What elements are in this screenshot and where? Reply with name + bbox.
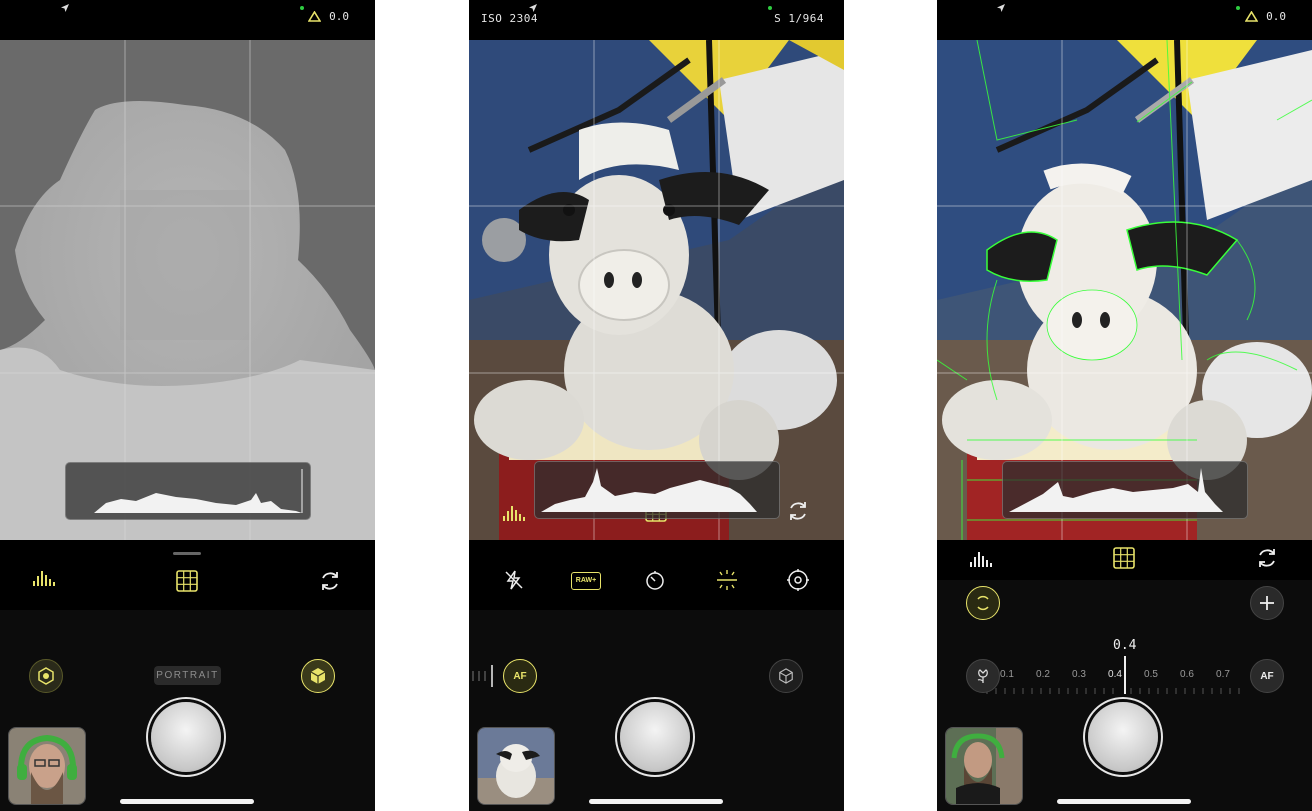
location-arrow-icon xyxy=(529,4,537,12)
scale-label: 0.3 xyxy=(1072,669,1086,680)
tool-bar xyxy=(0,540,375,610)
scale-label-current: 0.4 xyxy=(1108,669,1122,680)
status-bar: 0.0 xyxy=(937,0,1312,40)
home-indicator[interactable] xyxy=(120,799,254,804)
status-bar: ISO 2304 S 1/964 xyxy=(469,0,844,40)
camera-in-use-dot xyxy=(768,6,772,10)
flash-off-icon[interactable] xyxy=(503,569,525,591)
scale-label: 0.2 xyxy=(1036,669,1050,680)
iso-readout[interactable]: ISO 2304 xyxy=(481,12,538,25)
exposure-value: 0.0 xyxy=(1266,10,1286,23)
macro-mode-button[interactable] xyxy=(966,659,1000,693)
scale-label: 0.1 xyxy=(1000,669,1014,680)
histogram-toggle-icon[interactable] xyxy=(32,567,56,587)
histogram-graph xyxy=(541,468,757,512)
cube-icon xyxy=(310,668,326,684)
histogram-overlay[interactable] xyxy=(534,461,780,519)
timer-icon[interactable] xyxy=(644,569,666,591)
autofocus-button[interactable]: AF xyxy=(503,659,537,693)
histogram-overlay[interactable] xyxy=(1002,461,1248,519)
thumbnail-cow-image xyxy=(478,728,554,804)
last-photo-thumbnail[interactable] xyxy=(8,727,86,805)
switch-camera-icon[interactable] xyxy=(1256,547,1278,569)
histogram-toggle-icon[interactable] xyxy=(969,548,993,568)
level-indicator-icon[interactable] xyxy=(715,569,739,591)
exposure-triangle-icon xyxy=(308,11,322,22)
histogram-overlay[interactable] xyxy=(65,462,311,520)
switch-camera-icon[interactable] xyxy=(319,570,341,592)
scale-label: 0.7 xyxy=(1216,669,1230,680)
plus-icon xyxy=(1260,596,1274,610)
settings-gear-icon[interactable] xyxy=(786,568,810,592)
focus-distance-value: 0.4 xyxy=(1113,638,1137,653)
focus-peaking-toggle-button[interactable] xyxy=(966,586,1000,620)
shutter-button[interactable] xyxy=(620,702,690,772)
home-indicator[interactable] xyxy=(589,799,723,804)
focus-slider-ticks[interactable] xyxy=(469,665,499,687)
cube-outline-icon xyxy=(779,668,793,684)
last-photo-thumbnail[interactable] xyxy=(945,727,1023,805)
grid-toggle-icon[interactable] xyxy=(176,570,198,592)
focus-distance-slider[interactable] xyxy=(967,656,1287,696)
home-indicator[interactable] xyxy=(1057,799,1191,804)
autofocus-button[interactable]: AF xyxy=(1250,659,1284,693)
histogram-graph xyxy=(1009,468,1223,512)
camera-in-use-dot xyxy=(300,6,304,10)
drawer-handle[interactable] xyxy=(173,552,201,555)
focus-peaking-screen: 0.0 0.4 0.1 0.2 0.3 0.4 0.5 0.6 0.7 AF xyxy=(937,0,1312,811)
thumbnail-selfie-image xyxy=(946,728,1022,804)
exposure-triangle-icon xyxy=(1245,11,1259,22)
histogram-graph xyxy=(94,469,303,513)
hexagon-depth-icon xyxy=(38,667,54,685)
location-arrow-icon xyxy=(997,4,1005,12)
last-photo-thumbnail[interactable] xyxy=(477,727,555,805)
tool-bar xyxy=(937,540,1312,580)
status-bar: 0.0 xyxy=(0,0,375,40)
histogram-toggle-icon[interactable] xyxy=(502,502,526,522)
tool-bar: RAW+ xyxy=(469,540,844,610)
scale-label: 0.6 xyxy=(1180,669,1194,680)
grid-toggle-icon[interactable] xyxy=(1113,547,1135,569)
shutter-button[interactable] xyxy=(1088,702,1158,772)
ar-mode-button[interactable] xyxy=(769,659,803,693)
scale-label: 0.5 xyxy=(1144,669,1158,680)
exposure-value: 0.0 xyxy=(329,10,349,23)
flower-macro-icon xyxy=(977,669,988,683)
location-arrow-icon xyxy=(61,4,69,12)
shutter-speed-readout[interactable]: S 1/964 xyxy=(774,12,824,25)
peaking-circle-icon xyxy=(977,595,989,611)
portrait-mode-label[interactable]: PORTRAIT xyxy=(154,666,221,685)
depth-view-screen: 0.0 PORTRAIT xyxy=(0,0,375,811)
exposure-readout[interactable]: 0.0 xyxy=(308,10,349,23)
depth-mode-button[interactable] xyxy=(29,659,63,693)
autofocus-label: AF xyxy=(513,670,527,682)
switch-camera-icon[interactable] xyxy=(787,500,809,522)
ar-mode-button[interactable] xyxy=(301,659,335,693)
photo-view-screen: ISO 2304 S 1/964 RAW+ AF xyxy=(469,0,844,811)
autofocus-label: AF xyxy=(1260,670,1274,682)
exposure-readout[interactable]: 0.0 xyxy=(1245,10,1286,23)
raw-format-badge[interactable]: RAW+ xyxy=(571,572,601,590)
camera-in-use-dot xyxy=(1236,6,1240,10)
shutter-button[interactable] xyxy=(151,702,221,772)
add-button[interactable] xyxy=(1250,586,1284,620)
thumbnail-portrait-image xyxy=(9,728,85,804)
